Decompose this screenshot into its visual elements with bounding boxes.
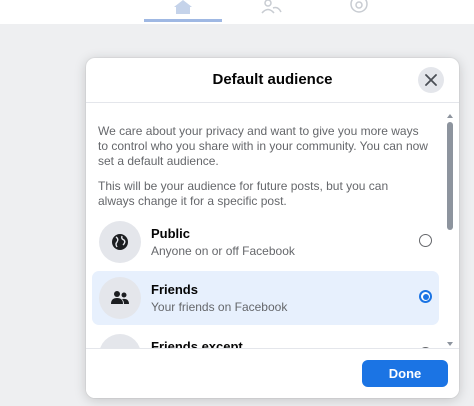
radio-friends[interactable] <box>419 290 432 303</box>
close-button[interactable] <box>418 67 444 93</box>
scroll-down-arrow-icon[interactable] <box>447 342 453 346</box>
dialog-scrollbar[interactable] <box>447 114 453 346</box>
audience-option-public[interactable]: Public Anyone on or off Facebook <box>92 215 439 269</box>
option-subtitle: Anyone on or off Facebook <box>151 244 295 258</box>
radio-public[interactable] <box>419 234 432 247</box>
groups-nav-icon <box>350 0 368 13</box>
top-navigation-bar <box>0 0 474 24</box>
friends-icon <box>111 291 129 304</box>
friends-nav-tab[interactable] <box>256 0 286 16</box>
dialog-title: Default audience <box>212 71 333 88</box>
option-icon-container <box>99 221 141 263</box>
option-subtitle: Your friends on Facebook <box>151 300 288 314</box>
default-audience-dialog: Default audience We care about your priv… <box>86 58 459 398</box>
scrollbar-thumb[interactable] <box>447 122 453 230</box>
groups-nav-tab[interactable] <box>344 0 374 16</box>
dialog-header: Default audience <box>86 58 459 103</box>
globe-icon <box>112 234 128 250</box>
home-nav-tab[interactable] <box>144 0 222 22</box>
close-icon <box>425 74 437 86</box>
option-title: Friends <box>151 282 198 297</box>
radio-selected-dot <box>422 293 429 300</box>
audience-description: This will be your audience for future po… <box>98 179 389 208</box>
dialog-footer: Done <box>86 348 459 398</box>
privacy-description: We care about your privacy and want to g… <box>98 124 428 168</box>
active-tab-indicator <box>144 19 222 22</box>
option-title: Public <box>151 226 191 241</box>
done-button[interactable]: Done <box>362 360 448 387</box>
home-icon <box>174 0 192 14</box>
scroll-up-arrow-icon[interactable] <box>447 114 453 118</box>
audience-option-friends[interactable]: Friends Your friends on Facebook <box>92 271 439 325</box>
option-icon-container <box>99 277 141 319</box>
friends-nav-icon <box>261 0 282 14</box>
